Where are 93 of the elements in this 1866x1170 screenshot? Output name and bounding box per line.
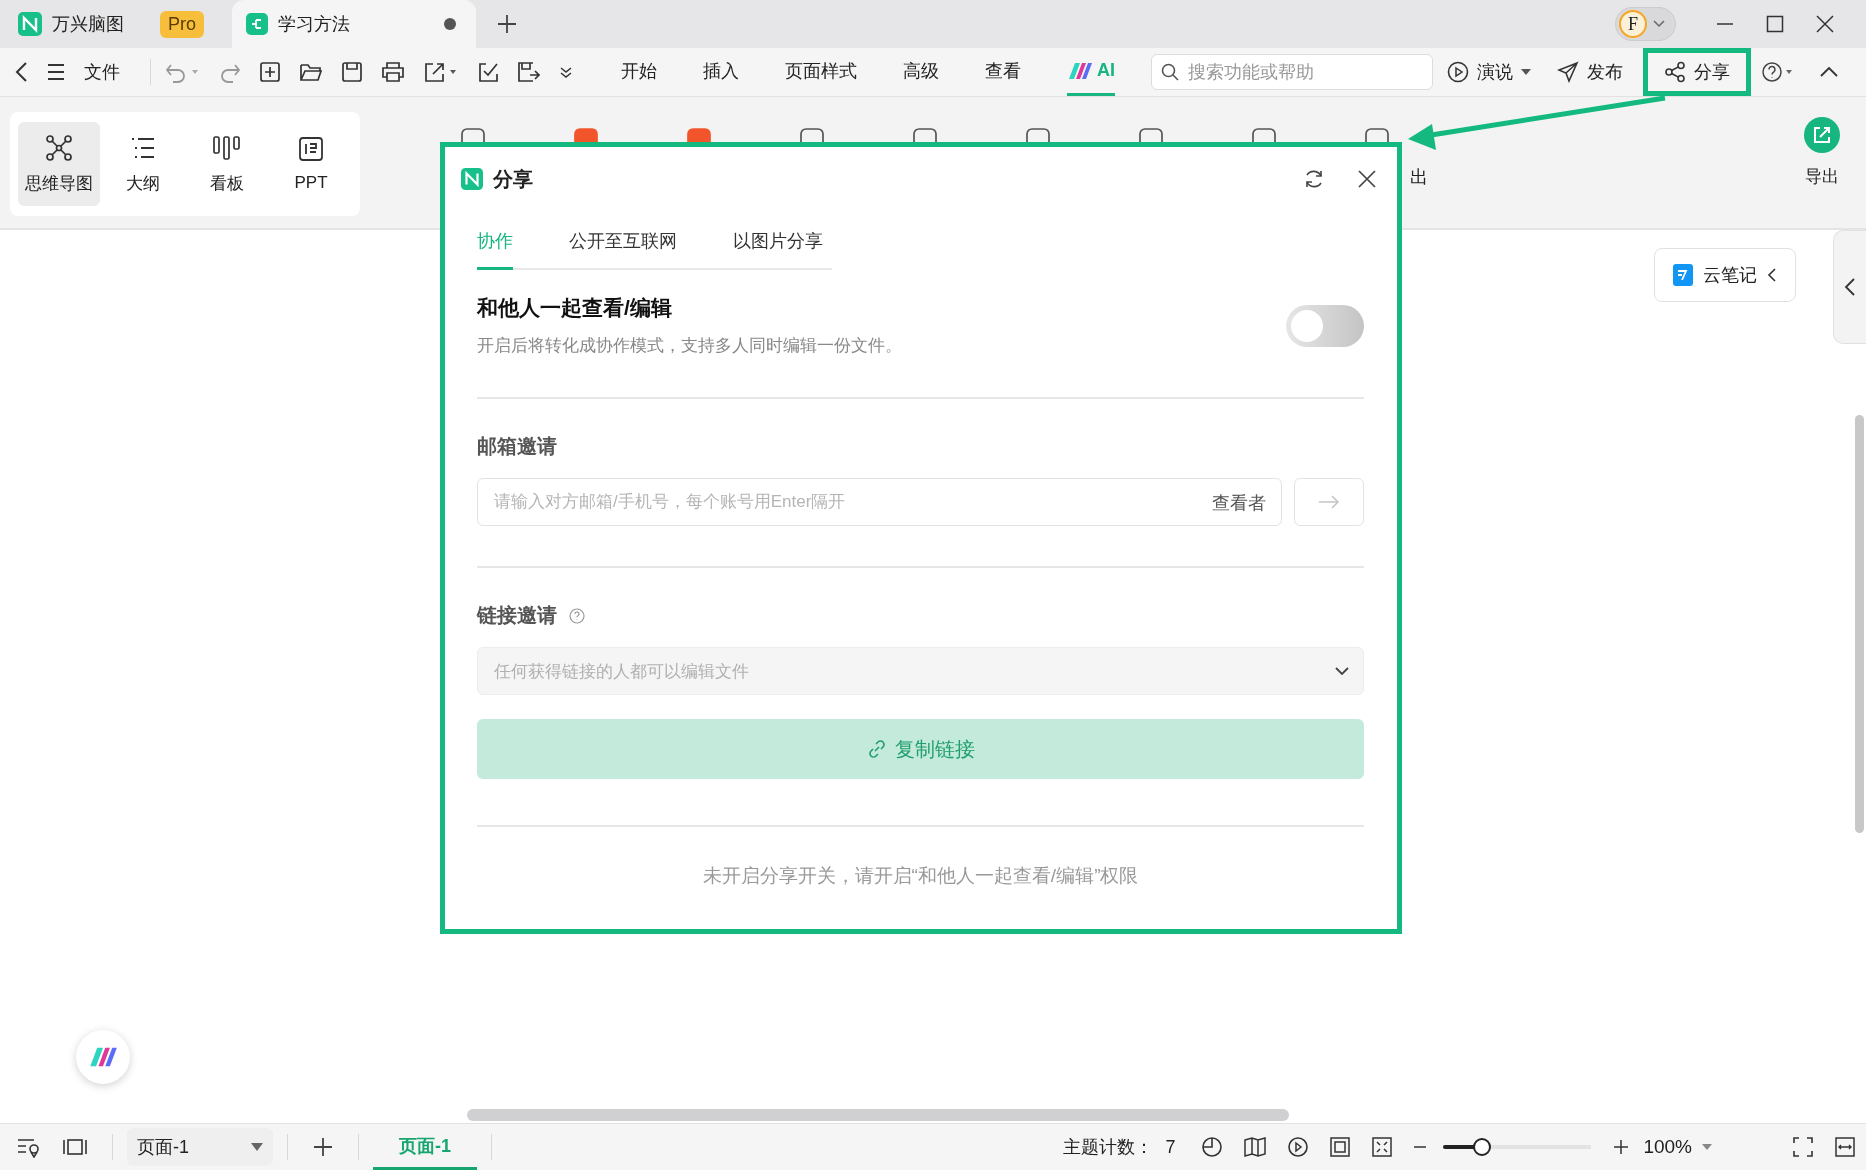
toolbar-action-button[interactable]: 发布 [1545,48,1635,96]
section-title: 链接邀请 [477,603,557,628]
caret-icon [1653,20,1665,28]
avatar: F [1619,10,1647,38]
notice-text: 未开启分享开关，请开启“和他人一起查看/编辑”权限 [701,864,1140,888]
dialog-tab[interactable]: 以图片分享 [733,217,823,270]
file-menu[interactable]: 文件 [84,60,120,84]
maximize-icon[interactable] [1766,15,1784,33]
horizontal-scrollbar[interactable] [467,1109,1289,1121]
ai-logo-icon [88,1045,118,1069]
export-button[interactable]: 导出 [1804,117,1840,188]
export-icon [1804,117,1840,153]
pie-icon[interactable] [1201,1136,1224,1158]
section-title: 和他人一起查看/编辑 [477,295,673,321]
chevron-left-icon [1844,277,1856,297]
new-tab-icon[interactable] [496,13,518,35]
view-button[interactable]: 思维导图 [18,122,100,206]
dialog-tab[interactable]: 公开至互联网 [569,217,677,270]
check-document-icon[interactable] [477,61,499,83]
link-icon [866,739,887,759]
menu-tab[interactable]: 插入 [703,48,739,96]
pro-badge: Pro [160,10,204,38]
mindmap-icon [45,133,73,162]
print-icon[interactable] [381,61,405,83]
view-button[interactable]: 看板 [186,122,268,206]
topic-count-label: 主题计数： [1063,1136,1154,1159]
add-page-icon[interactable] [312,1136,334,1158]
caret-icon [1702,1144,1712,1150]
dialog-title: 分享 [493,166,533,192]
page-dropdown[interactable]: 页面-1 [127,1128,273,1166]
menu-tab[interactable]: 查看 [985,48,1021,96]
menu-icon[interactable] [46,63,66,81]
save-as-icon[interactable] [517,61,541,83]
role-selector[interactable]: 查看者 [1212,491,1266,515]
account-button[interactable]: F [1615,7,1676,41]
app-logo-icon [18,12,42,36]
app-logo-icon [461,168,483,190]
section-title: 邮箱邀请 [477,434,558,459]
side-panel-toggle[interactable] [1833,230,1866,344]
book-icon[interactable] [1243,1136,1268,1158]
play-icon[interactable] [1287,1136,1310,1158]
help-icon[interactable] [1761,61,1795,83]
collaboration-toggle[interactable] [1286,304,1364,347]
document-tab[interactable]: 学习方法 [232,0,476,48]
app-tab[interactable]: 万兴脑图 Pro [18,0,232,48]
section-description: 开启后将转化成协作模式，支持多人同时编辑一份文件。 [477,335,903,357]
more-icon[interactable] [559,65,573,79]
view-button[interactable]: PPT [270,122,352,206]
menu-tab[interactable]: 页面样式 [785,48,857,96]
refresh-icon[interactable] [1303,168,1325,190]
play-icon [1447,61,1469,83]
view-button[interactable]: 大纲 [102,122,184,206]
zoom-dropdown[interactable]: 100% [1643,1136,1712,1158]
search-field[interactable]: 搜索功能或帮助 [1151,54,1433,90]
menu-tab[interactable]: 开始 [621,48,657,96]
frame-icon[interactable] [62,1137,88,1157]
send-icon [1557,61,1579,83]
slides-icon [297,135,325,163]
menu-tab[interactable]: 高级 [903,48,939,96]
toolbar-action-button[interactable]: 演说 [1435,48,1543,96]
fullscreen-icon[interactable] [1792,1136,1814,1158]
unsaved-dot-icon [444,18,456,30]
back-icon[interactable] [14,61,28,83]
topic-count: 7 [1165,1136,1176,1158]
zoom-in-icon[interactable] [1613,1139,1630,1155]
caret-icon [1521,69,1531,75]
note-icon [1673,264,1693,286]
expand-icon[interactable] [1371,1136,1394,1158]
close-icon[interactable] [1357,169,1377,189]
search-icon [1161,63,1179,81]
zoom-slider-thumb[interactable] [1472,1138,1491,1156]
share-icon [1664,61,1686,83]
cloud-notes-button[interactable]: 云笔记 [1654,248,1796,302]
ai-logo-icon [1067,60,1093,81]
close-icon[interactable] [1816,15,1834,33]
arrow-right-icon [1318,495,1340,509]
fit-width-icon[interactable] [1834,1136,1856,1158]
ai-assistant-button[interactable] [76,1030,130,1084]
toolbar-action-button[interactable]: 分享 [1643,48,1751,96]
ribbon-tool-label: 出 [1409,166,1428,189]
chevron-left-icon [1767,267,1777,283]
add-icon[interactable] [259,61,281,83]
board-icon [212,133,242,162]
save-icon[interactable] [341,61,363,83]
caret-icon [251,1143,263,1151]
vertical-scrollbar[interactable] [1855,415,1864,833]
folder-icon[interactable] [299,61,323,83]
export-icon[interactable] [423,61,459,83]
collapse-icon[interactable] [1819,66,1839,78]
outline-location-icon[interactable] [16,1136,42,1158]
chevron-down-icon [1335,666,1349,676]
fit-page-icon[interactable] [1329,1136,1352,1158]
mindmap-file-icon [246,13,268,35]
